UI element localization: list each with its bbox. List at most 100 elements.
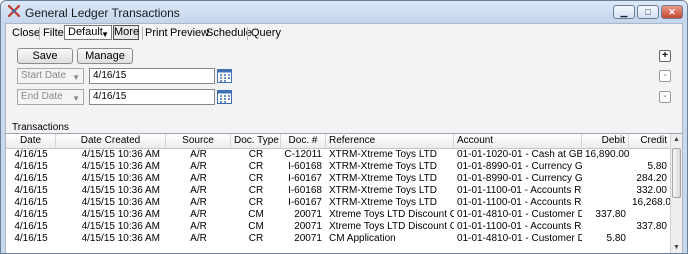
column-header-doc-number[interactable]: Doc. # bbox=[281, 134, 326, 149]
param-field-label: End Date bbox=[21, 91, 63, 102]
column-header-reference[interactable]: Reference bbox=[326, 134, 454, 149]
cell-date-created: 4/15/15 10:36 AM bbox=[81, 149, 160, 160]
dropdown-arrow-icon: ▼ bbox=[72, 73, 80, 82]
manage-button[interactable]: Manage bbox=[77, 48, 133, 64]
cell-debit bbox=[582, 221, 629, 233]
cell-doc-number: 20071 bbox=[294, 233, 322, 244]
column-header-credit[interactable]: Credit bbox=[629, 134, 670, 149]
column-header-doc-type[interactable]: Doc. Type bbox=[231, 134, 281, 149]
cell-credit: 5.80 bbox=[647, 161, 667, 172]
cell-account: 01-01-4810-01 - Customer Disc... bbox=[457, 233, 582, 244]
cell-doc-number: 20071 bbox=[294, 209, 322, 220]
app-icon bbox=[8, 5, 20, 17]
start-date-input[interactable]: 4/16/15 bbox=[89, 68, 215, 84]
table-row[interactable]: 4/16/15 4/15/15 10:36 AM A/R CM 20071 Xt… bbox=[6, 221, 670, 233]
transactions-label: Transactions bbox=[12, 122, 69, 133]
add-parameter-button[interactable]: + bbox=[659, 50, 671, 62]
cell-account: 01-01-4810-01 - Customer Disc... bbox=[457, 209, 582, 220]
calendar-icon[interactable] bbox=[217, 89, 232, 104]
transactions-table: Date Date Created Source Doc. Type Doc. … bbox=[6, 133, 682, 253]
cell-date: 4/16/15 bbox=[14, 197, 48, 208]
column-header-date[interactable]: Date bbox=[6, 134, 56, 149]
table-row[interactable]: 4/16/15 4/15/15 10:36 AM A/R CM 20071 Xt… bbox=[6, 209, 670, 221]
cell-date-created: 4/15/15 10:36 AM bbox=[81, 197, 160, 208]
cell-credit: 332.00 bbox=[636, 185, 667, 196]
remove-end-date-button[interactable]: - bbox=[659, 91, 671, 103]
end-date-input[interactable]: 4/16/15 bbox=[89, 89, 215, 105]
remove-start-date-button[interactable]: - bbox=[659, 70, 671, 82]
vertical-scrollbar[interactable]: ▲ ▼ bbox=[670, 134, 682, 253]
cell-credit: 16,268.00 bbox=[632, 197, 670, 208]
cell-debit: 337.80 bbox=[595, 209, 626, 220]
cell-reference: XTRM-Xtreme Toys LTD bbox=[329, 197, 437, 208]
menu-bar: Close Filter: Default ▼ More Print Previ… bbox=[6, 24, 682, 42]
cell-account: 01-01-8990-01 - Currency Gain ... bbox=[457, 161, 582, 172]
table-row[interactable]: 4/16/15 4/15/15 10:36 AM A/R CR I-60167 … bbox=[6, 173, 670, 185]
cell-reference: XTRM-Xtreme Toys LTD bbox=[329, 173, 437, 184]
cell-account: 01-01-1100-01 - Accounts Rece... bbox=[457, 185, 582, 196]
close-window-icon[interactable]: ✕ bbox=[661, 5, 683, 19]
column-header-date-created[interactable]: Date Created bbox=[56, 134, 166, 149]
cell-doc-number: C-12011 bbox=[284, 149, 322, 160]
filter-select[interactable]: Default ▼ bbox=[64, 25, 112, 40]
cell-doc-number: I-60167 bbox=[288, 173, 322, 184]
cell-account: 01-01-8990-01 - Currency Gain ... bbox=[457, 173, 582, 184]
table-row[interactable]: 4/16/15 4/15/15 10:36 AM A/R CR I-60167 … bbox=[6, 197, 670, 209]
cell-doc-type: CR bbox=[248, 233, 264, 244]
menu-divider bbox=[142, 27, 143, 40]
table-row[interactable]: 4/16/15 4/15/15 10:36 AM A/R CR 20071 CM… bbox=[6, 233, 670, 245]
menu-query[interactable]: Query bbox=[251, 27, 281, 39]
cell-reference: Xtreme Toys LTD Discount Cred... bbox=[329, 209, 454, 220]
client-area: Close Filter: Default ▼ More Print Previ… bbox=[5, 23, 683, 253]
column-header-account[interactable]: Account bbox=[454, 134, 582, 149]
cell-credit bbox=[629, 209, 670, 221]
save-button[interactable]: Save bbox=[17, 48, 73, 64]
cell-date-created: 4/15/15 10:36 AM bbox=[81, 185, 160, 196]
cell-reference: CM Application bbox=[329, 233, 396, 244]
menu-close[interactable]: Close bbox=[12, 27, 40, 39]
cell-doc-type: CR bbox=[248, 173, 264, 184]
table-row[interactable]: 4/16/15 4/15/15 10:36 AM A/R CR I-60168 … bbox=[6, 185, 670, 197]
param-field-label: Start Date bbox=[21, 70, 67, 81]
cell-source: A/R bbox=[190, 173, 207, 184]
cell-account: 01-01-1100-01 - Accounts Rece... bbox=[457, 221, 582, 232]
menu-schedule[interactable]: Schedule bbox=[206, 27, 252, 39]
table-row[interactable]: 4/16/15 4/15/15 10:36 AM A/R CR I-60168 … bbox=[6, 161, 670, 173]
cell-date: 4/16/15 bbox=[14, 161, 48, 172]
table-header: Date Date Created Source Doc. Type Doc. … bbox=[6, 134, 670, 149]
start-date-field-select[interactable]: Start Date ▼ bbox=[17, 68, 84, 84]
cell-date: 4/16/15 bbox=[14, 209, 48, 220]
title-bar[interactable]: General Ledger Transactions ▁ □ ✕ bbox=[1, 1, 687, 23]
cell-source: A/R bbox=[190, 197, 207, 208]
cell-doc-type: CR bbox=[248, 161, 264, 172]
cell-date: 4/16/15 bbox=[14, 185, 48, 196]
scroll-down-icon[interactable]: ▼ bbox=[671, 242, 682, 253]
scrollbar-thumb[interactable] bbox=[672, 148, 681, 198]
menu-print[interactable]: Print bbox=[145, 27, 168, 39]
minimize-icon[interactable]: ▁ bbox=[613, 5, 635, 19]
table-row[interactable]: 4/16/15 4/15/15 10:36 AM A/R CR C-12011 … bbox=[6, 149, 670, 161]
cell-source: A/R bbox=[190, 221, 207, 232]
cell-source: A/R bbox=[190, 161, 207, 172]
cell-reference: XTRM-Xtreme Toys LTD bbox=[329, 149, 437, 160]
table-body: 4/16/15 4/15/15 10:36 AM A/R CR C-12011 … bbox=[6, 149, 670, 245]
cell-source: A/R bbox=[190, 185, 207, 196]
maximize-icon[interactable]: □ bbox=[637, 5, 659, 19]
column-header-debit[interactable]: Debit bbox=[582, 134, 629, 149]
cell-doc-type: CM bbox=[248, 221, 264, 232]
calendar-icon[interactable] bbox=[217, 68, 232, 83]
menu-preview[interactable]: Preview bbox=[170, 27, 209, 39]
cell-date: 4/16/15 bbox=[14, 149, 48, 160]
end-date-field-select[interactable]: End Date ▼ bbox=[17, 89, 84, 105]
filter-value: Default bbox=[68, 26, 103, 38]
more-button[interactable]: More bbox=[113, 25, 139, 40]
column-header-source[interactable]: Source bbox=[166, 134, 231, 149]
dropdown-arrow-icon: ▼ bbox=[101, 30, 109, 39]
cell-debit: 16,890.00 bbox=[585, 149, 629, 160]
cell-date: 4/16/15 bbox=[14, 173, 48, 184]
cell-credit: 284.20 bbox=[636, 173, 667, 184]
cell-date: 4/16/15 bbox=[14, 221, 48, 232]
cell-doc-number: 20071 bbox=[294, 221, 322, 232]
scroll-up-icon[interactable]: ▲ bbox=[671, 134, 682, 146]
cell-debit bbox=[582, 197, 629, 209]
